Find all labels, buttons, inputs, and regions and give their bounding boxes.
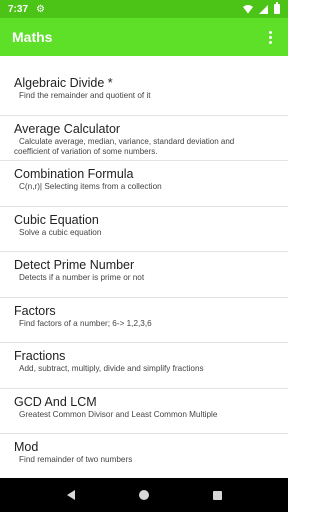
list-item-title: Algebraic Divide * bbox=[14, 76, 113, 90]
wifi-icon bbox=[243, 5, 253, 14]
list-item-title: Detect Prime Number bbox=[14, 258, 135, 272]
list-item-cubic-equation[interactable]: Cubic Equation Solve a cubic equation bbox=[0, 207, 288, 252]
list-item-title: GCD And LCM bbox=[14, 394, 97, 409]
more-vert-icon[interactable] bbox=[264, 27, 276, 47]
status-time: 7:37 bbox=[8, 3, 29, 15]
status-bar: 7:37 ⚙ bbox=[0, 0, 288, 18]
app-bar: Maths bbox=[0, 18, 288, 56]
list-item-detect-prime[interactable]: Detect Prime Number Detects if a number … bbox=[0, 252, 288, 298]
list-item-algebraic-divide[interactable]: Algebraic Divide * Find the remainder an… bbox=[0, 70, 288, 116]
list-item-description: Detects if a number is prime or not bbox=[19, 273, 145, 282]
status-icons bbox=[243, 2, 280, 14]
list-item-average-calculator[interactable]: Average Calculator Calculate average, me… bbox=[0, 116, 288, 161]
list-item-factors[interactable]: Factors Find factors of a number; 6-> 1,… bbox=[0, 298, 288, 343]
list-item-title: Fractions bbox=[14, 349, 66, 363]
list-item-title: Mod bbox=[14, 440, 39, 454]
list-item-description: Add, subtract, multiply, divide and simp… bbox=[19, 364, 204, 373]
list-item-title: Cubic Equation bbox=[14, 212, 99, 227]
list-item-title: Combination Formula bbox=[14, 167, 134, 181]
list-item-description: Find the remainder and quotient of it bbox=[19, 91, 151, 100]
list-item-description: C(n,r)| Selecting items from a collectio… bbox=[19, 182, 162, 191]
list-item-title: Average Calculator bbox=[14, 121, 121, 136]
list-item-description: Find factors of a number; 6-> 1,2,3,6 bbox=[19, 318, 152, 328]
topic-list: Algebraic Divide * Find the remainder an… bbox=[0, 70, 288, 478]
battery-icon bbox=[274, 2, 280, 14]
back-icon[interactable] bbox=[66, 490, 75, 500]
list-item-description: Solve a cubic equation bbox=[19, 227, 102, 237]
list-item-mod[interactable]: Mod Find remainder of two numbers bbox=[0, 434, 288, 478]
home-icon[interactable] bbox=[138, 490, 149, 500]
list-item-gcd-lcm[interactable]: GCD And LCM Greatest Common Divisor and … bbox=[0, 389, 288, 434]
list-item-description: Greatest Common Divisor and Least Common… bbox=[19, 409, 218, 419]
app-title: Maths bbox=[12, 29, 53, 45]
list-item-description: Calculate average, median, variance, sta… bbox=[14, 136, 235, 156]
list-item-combination-formula[interactable]: Combination Formula C(n,r)| Selecting it… bbox=[0, 161, 288, 207]
gear-icon: ⚙ bbox=[36, 3, 45, 15]
recents-icon[interactable] bbox=[212, 490, 222, 500]
list-item-fractions[interactable]: Fractions Add, subtract, multiply, divid… bbox=[0, 343, 288, 389]
list-item-title: Factors bbox=[14, 303, 56, 318]
navigation-bar bbox=[0, 478, 288, 512]
list-item-description: Find remainder of two numbers bbox=[19, 455, 133, 464]
signal-icon bbox=[259, 4, 268, 14]
